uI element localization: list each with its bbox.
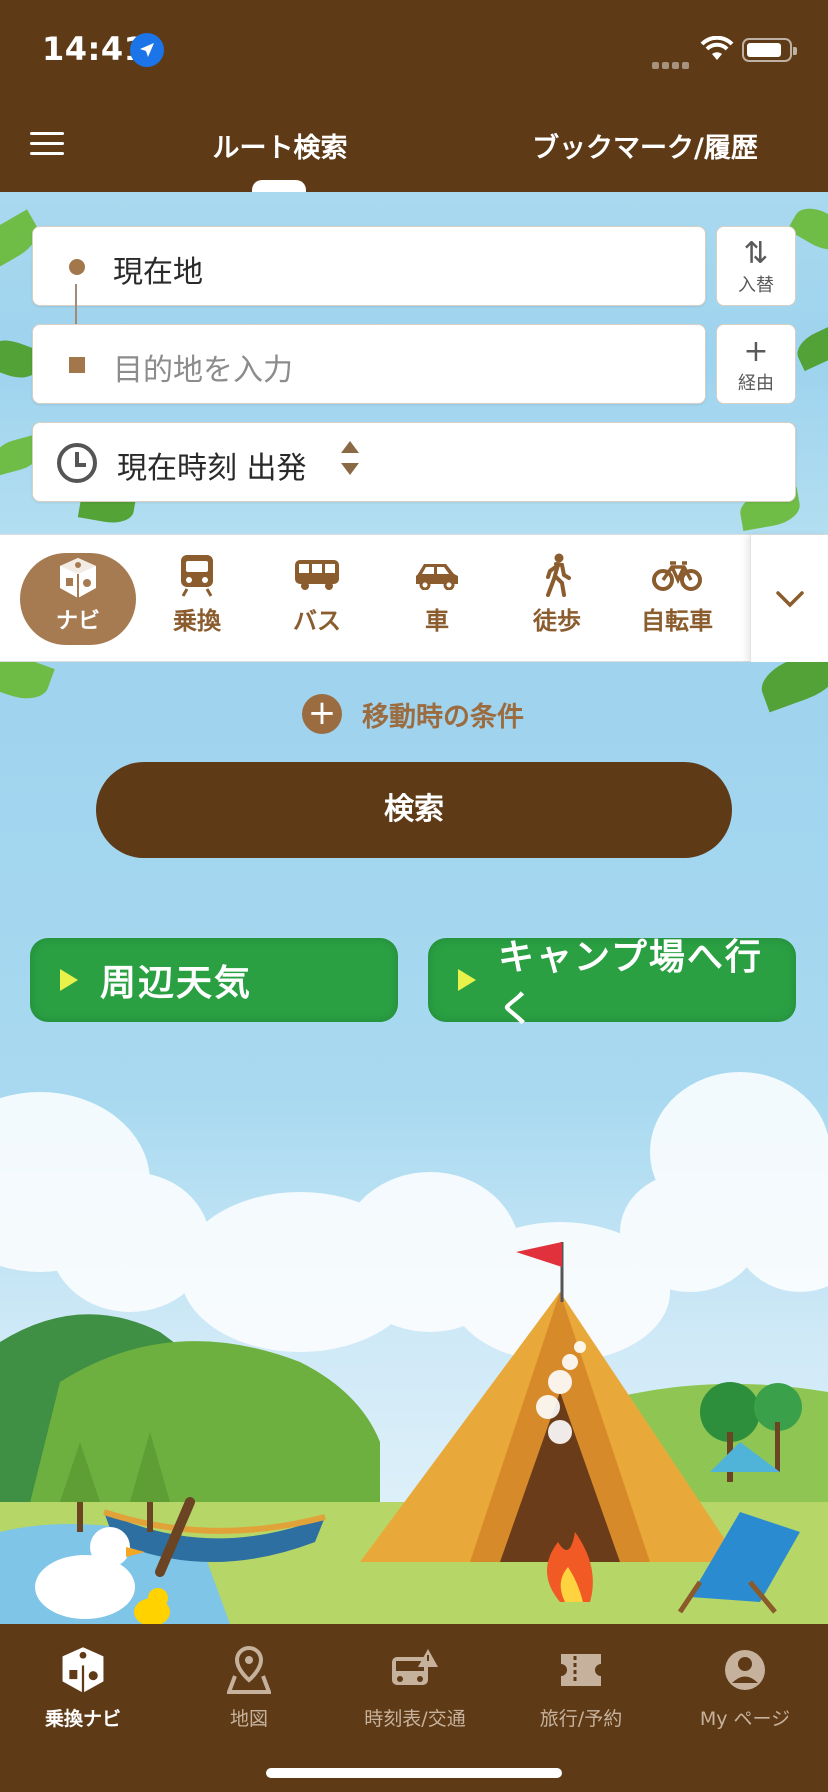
destination-field[interactable]: 目的地を入力 (32, 324, 706, 404)
nav-label: My ページ (699, 1708, 791, 1730)
mode-transfer[interactable]: 乗換 (142, 549, 252, 649)
mode-bicycle[interactable]: 自転車 (622, 549, 732, 649)
via-label: 経由 (738, 373, 774, 394)
campsite-illustration (0, 1072, 828, 1624)
search-button[interactable]: 検索 (96, 762, 732, 858)
nav-label: 乗換ナビ (44, 1708, 121, 1730)
play-triangle-icon (60, 969, 78, 991)
chevron-down-icon (775, 591, 804, 608)
camp-button-label: キャンプ場へ行く (498, 937, 763, 1030)
play-triangle-icon (458, 969, 476, 991)
train-icon (142, 549, 252, 601)
mode-label: 自転車 (641, 607, 713, 635)
destination-placeholder: 目的地を入力 (113, 353, 293, 388)
car-icon (382, 549, 492, 601)
conditions-label: 移動時の条件 (362, 701, 524, 733)
navi-icon (20, 553, 136, 603)
home-indicator[interactable] (266, 1768, 562, 1778)
destination-square-icon (69, 357, 85, 373)
swap-button[interactable]: ⇅ 入替 (716, 226, 796, 306)
navi-icon (0, 1642, 166, 1698)
mode-label: バス (293, 607, 341, 635)
nav-travel[interactable]: 旅行/予約 (498, 1642, 664, 1731)
clock-icon (57, 443, 97, 483)
leaf-decoration (792, 322, 828, 372)
mode-label: ナビ (55, 609, 100, 634)
origin-field[interactable]: 現在地 (32, 226, 706, 306)
origin-dot-icon (69, 259, 85, 275)
app-header: ルート検索 ブックマーク/履歴 (0, 96, 828, 192)
status-bar: 14:41 (0, 0, 828, 96)
location-arrow-icon (130, 33, 164, 67)
bicycle-icon (622, 549, 732, 601)
map-pin-icon (166, 1642, 332, 1698)
bus-icon (262, 549, 372, 601)
nav-timetable[interactable]: 時刻表/交通 (332, 1642, 498, 1731)
bus-alert-icon (332, 1642, 498, 1698)
tab-bookmark-history[interactable]: ブックマーク/履歴 (520, 126, 770, 165)
swap-arrows-icon: ⇅ (743, 236, 769, 271)
departure-time-field[interactable]: 現在時刻 出発 (32, 422, 796, 502)
mode-label: 乗換 (173, 607, 221, 635)
nearby-weather-button[interactable]: 周辺天気 (30, 938, 398, 1022)
user-icon (662, 1642, 828, 1698)
go-to-campsite-button[interactable]: キャンプ場へ行く (428, 937, 796, 1030)
nav-label: 時刻表/交通 (364, 1708, 466, 1730)
add-via-button[interactable]: + 経由 (716, 324, 796, 404)
mode-label: 車 (425, 607, 449, 635)
mode-bus[interactable]: バス (262, 549, 372, 649)
leaf-decoration (755, 662, 828, 713)
transport-mode-bar: ナビ 乗換 バス 車 徒歩 自転車 (0, 534, 828, 663)
mode-navi[interactable]: ナビ (20, 553, 136, 645)
nav-transfer-navi[interactable]: 乗換ナビ (0, 1642, 166, 1731)
route-search-form: 現在地 目的地を入力 ⇅ 入替 + 経由 現在時刻 出発 (0, 192, 828, 534)
travel-conditions-toggle[interactable]: + 移動時の条件 (302, 694, 524, 734)
bottom-nav-bar: 乗換ナビ 地図 時刻表/交通 旅行/予約 My ページ (0, 1624, 828, 1792)
departure-time-label: 現在時刻 出発 (117, 451, 307, 486)
nav-map[interactable]: 地図 (166, 1642, 332, 1731)
plus-icon: + (743, 334, 769, 369)
mode-label: 徒歩 (533, 607, 581, 635)
mode-walk[interactable]: 徒歩 (502, 549, 612, 649)
weather-button-label: 周辺天気 (100, 963, 253, 1004)
leaf-decoration (0, 662, 55, 707)
mode-car[interactable]: 車 (382, 549, 492, 649)
up-down-stepper-icon (341, 441, 363, 485)
active-tab-indicator (252, 180, 306, 192)
swap-label: 入替 (738, 275, 774, 296)
plus-circle-icon: + (302, 694, 342, 734)
walk-icon (502, 549, 612, 601)
expand-modes-button[interactable] (750, 535, 828, 663)
nav-mypage[interactable]: My ページ (662, 1642, 828, 1731)
battery-icon (742, 38, 797, 62)
ticket-icon (498, 1642, 664, 1698)
cellular-signal-icon (652, 54, 694, 69)
nav-label: 地図 (229, 1708, 268, 1730)
tab-route-search[interactable]: ルート検索 (200, 126, 360, 165)
hamburger-menu-icon[interactable] (30, 132, 64, 156)
nav-label: 旅行/予約 (539, 1708, 623, 1730)
main-content: + 移動時の条件 検索 周辺天気 キャンプ場へ行く (0, 662, 828, 1624)
wifi-icon (700, 35, 734, 66)
origin-value: 現在地 (113, 255, 203, 290)
